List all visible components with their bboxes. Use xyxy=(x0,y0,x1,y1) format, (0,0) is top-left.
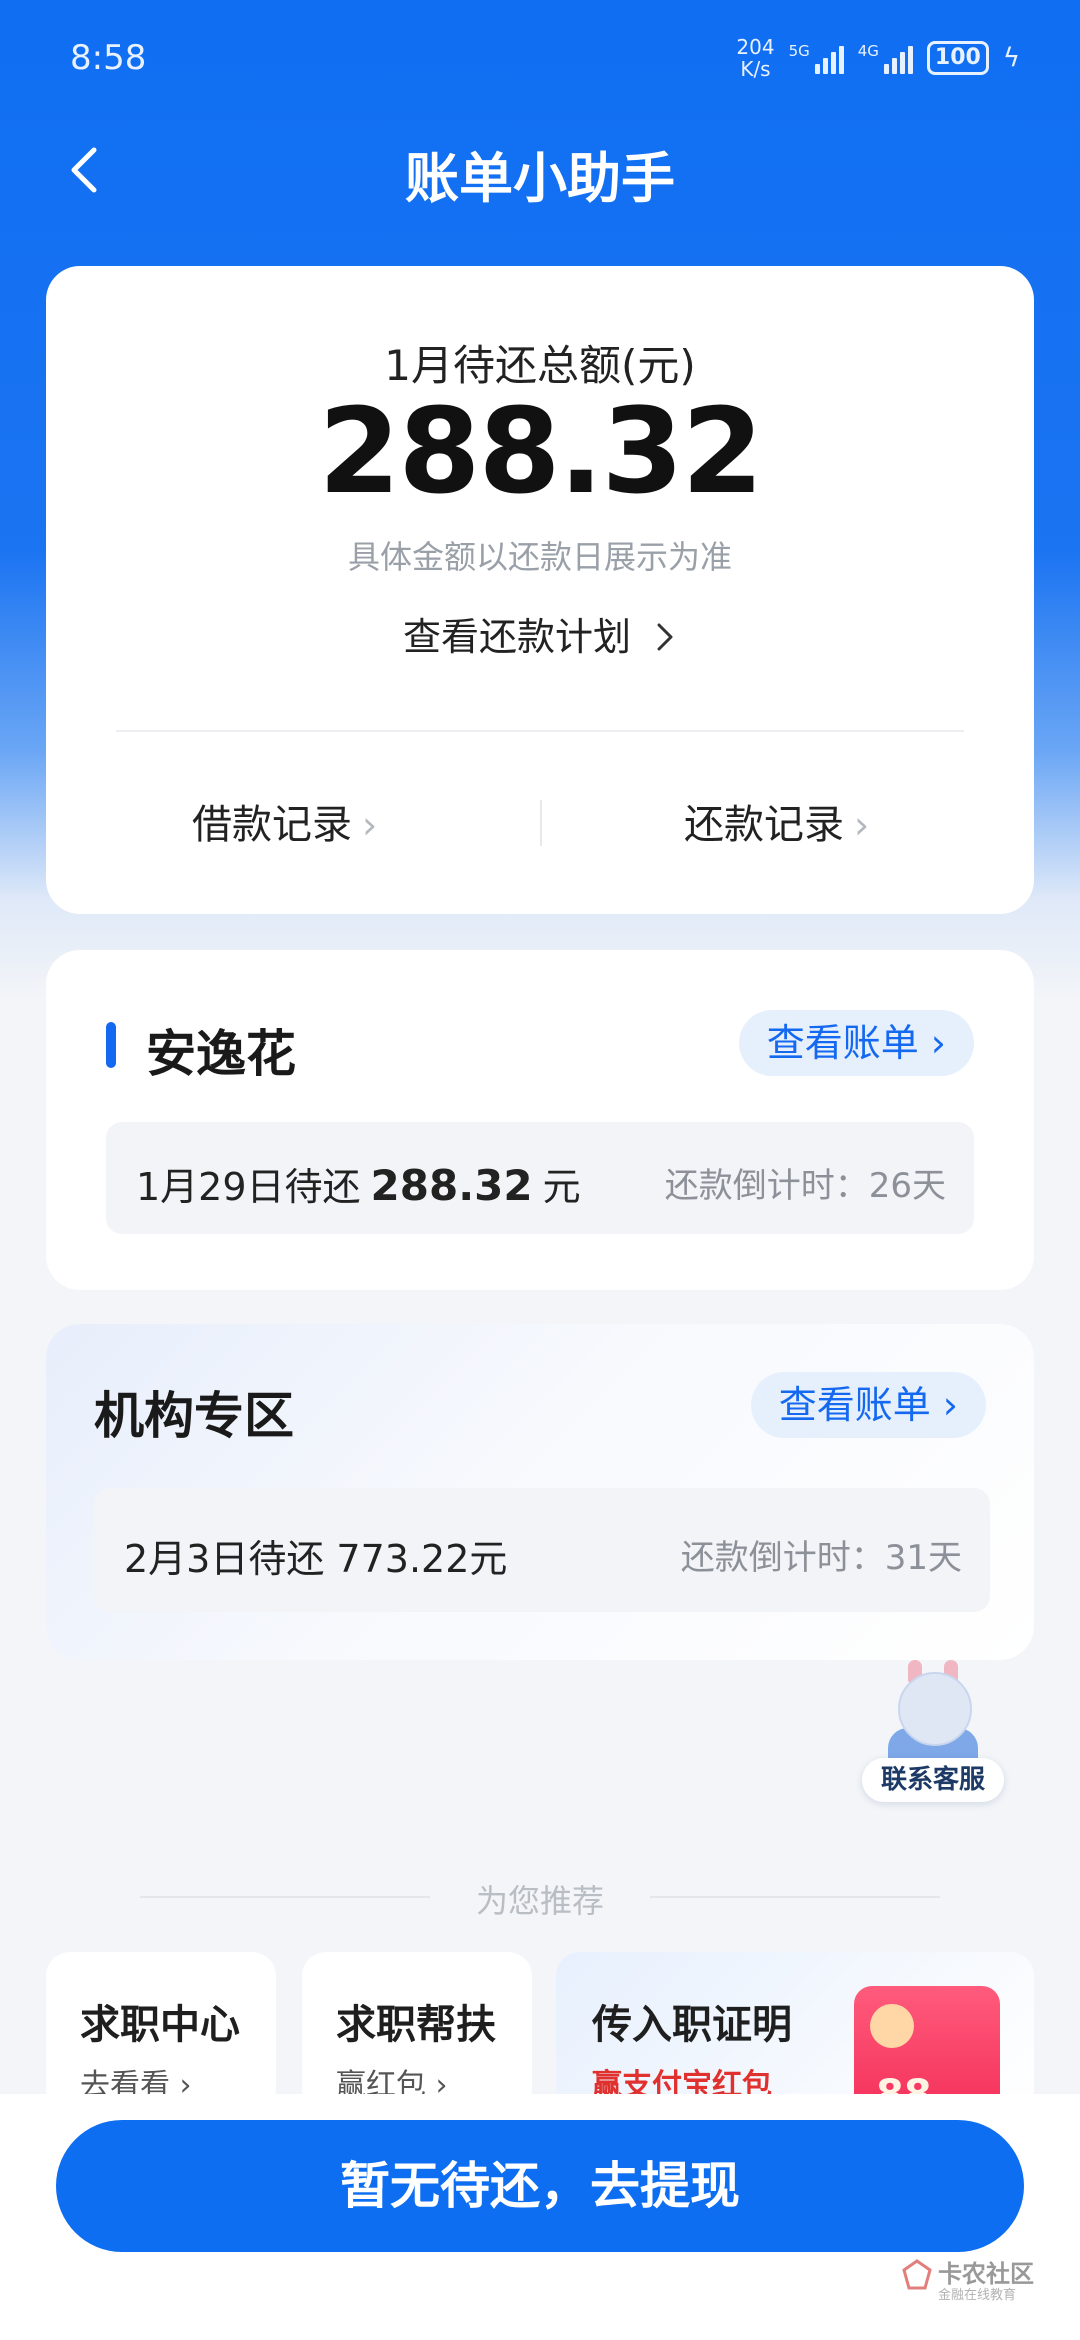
watermark-logo-icon xyxy=(902,2259,932,2290)
borrow-record-link[interactable]: 借款记录 › xyxy=(192,792,377,850)
page-title: 账单小助手 xyxy=(405,147,675,210)
due-info-row: 2月3日待还 773.22元 还款倒计时：31天 xyxy=(94,1488,990,1612)
repayment-countdown: 还款倒计时：26天 xyxy=(664,1166,946,1206)
charging-icon: ϟ xyxy=(1002,43,1020,73)
due-text: 1月29日待还 288.32 元 xyxy=(136,1161,581,1210)
nav-bar: 账单小助手 xyxy=(0,120,1080,220)
due-text: 2月3日待还 773.22元 xyxy=(124,1537,508,1581)
total-due-amount: 288.32 xyxy=(318,382,763,520)
due-info-row: 1月29日待还 288.32 元 还款倒计时：26天 xyxy=(106,1122,974,1234)
network-speed: 204 K/s xyxy=(736,35,775,81)
status-bar: 8:58 204 K/s 5G 4G 100 ϟ xyxy=(0,0,1080,120)
repayment-summary-card: 1月待还总额(元) 288.32 具体金额以还款日展示为准 查看还款计划 借款记… xyxy=(46,266,1034,914)
chevron-right-icon: › xyxy=(854,803,870,847)
product-card-anyihua: 安逸花 查看账单 › 1月29日待还 288.32 元 还款倒计时：26天 xyxy=(46,950,1034,1290)
status-icons: 204 K/s 5G 4G 100 ϟ xyxy=(736,36,1020,80)
repayment-countdown: 还款倒计时：31天 xyxy=(680,1538,962,1578)
divider xyxy=(116,730,964,732)
battery-icon: 100 xyxy=(926,41,989,75)
recommend-title: 为您推荐 xyxy=(475,1882,604,1920)
repay-record-link[interactable]: 还款记录 › xyxy=(684,792,869,850)
chevron-right-icon: › xyxy=(918,1021,946,1065)
status-time: 8:58 xyxy=(70,38,147,78)
service-label: 联系客服 xyxy=(862,1758,1004,1802)
signal-4g-icon: 4G xyxy=(858,42,913,74)
mascot-head-icon xyxy=(898,1672,972,1746)
chevron-right-icon: › xyxy=(362,803,378,847)
customer-service-button[interactable]: 联系客服 xyxy=(858,1660,1008,1816)
chevron-right-icon xyxy=(657,623,673,651)
view-repayment-plan-link[interactable]: 查看还款计划 xyxy=(46,606,1034,661)
recommend-header: 为您推荐 xyxy=(140,1876,940,1920)
recommend-tile-employment-proof[interactable]: 传入职证明 赢支付宝红包 88 xyxy=(556,1952,1034,2112)
recommend-tile-job-support[interactable]: 求职帮扶 赢红包 › xyxy=(302,1952,532,2112)
watermark: 卡农社区 金融在线教育 xyxy=(900,2250,1080,2310)
view-bill-button[interactable]: 查看账单 › xyxy=(750,1372,986,1438)
section-title: 机构专区 xyxy=(94,1387,294,1445)
view-bill-button[interactable]: 查看账单 › xyxy=(738,1010,974,1076)
recommend-tile-job-center[interactable]: 求职中心 去看看 › xyxy=(46,1952,276,2112)
divider xyxy=(540,800,542,846)
withdraw-button[interactable]: 暂无待还，去提现 xyxy=(56,2120,1024,2252)
product-name: 安逸花 xyxy=(146,1025,296,1083)
section-accent-bar xyxy=(106,1022,116,1068)
amount-note: 具体金额以还款日展示为准 xyxy=(347,538,732,576)
due-amount: 288.32 xyxy=(370,1161,533,1210)
chevron-right-icon: › xyxy=(930,1383,958,1427)
institution-card: 机构专区 查看账单 › 2月3日待还 773.22元 还款倒计时：31天 xyxy=(46,1324,1034,1660)
signal-5g-icon: 5G xyxy=(789,42,844,74)
